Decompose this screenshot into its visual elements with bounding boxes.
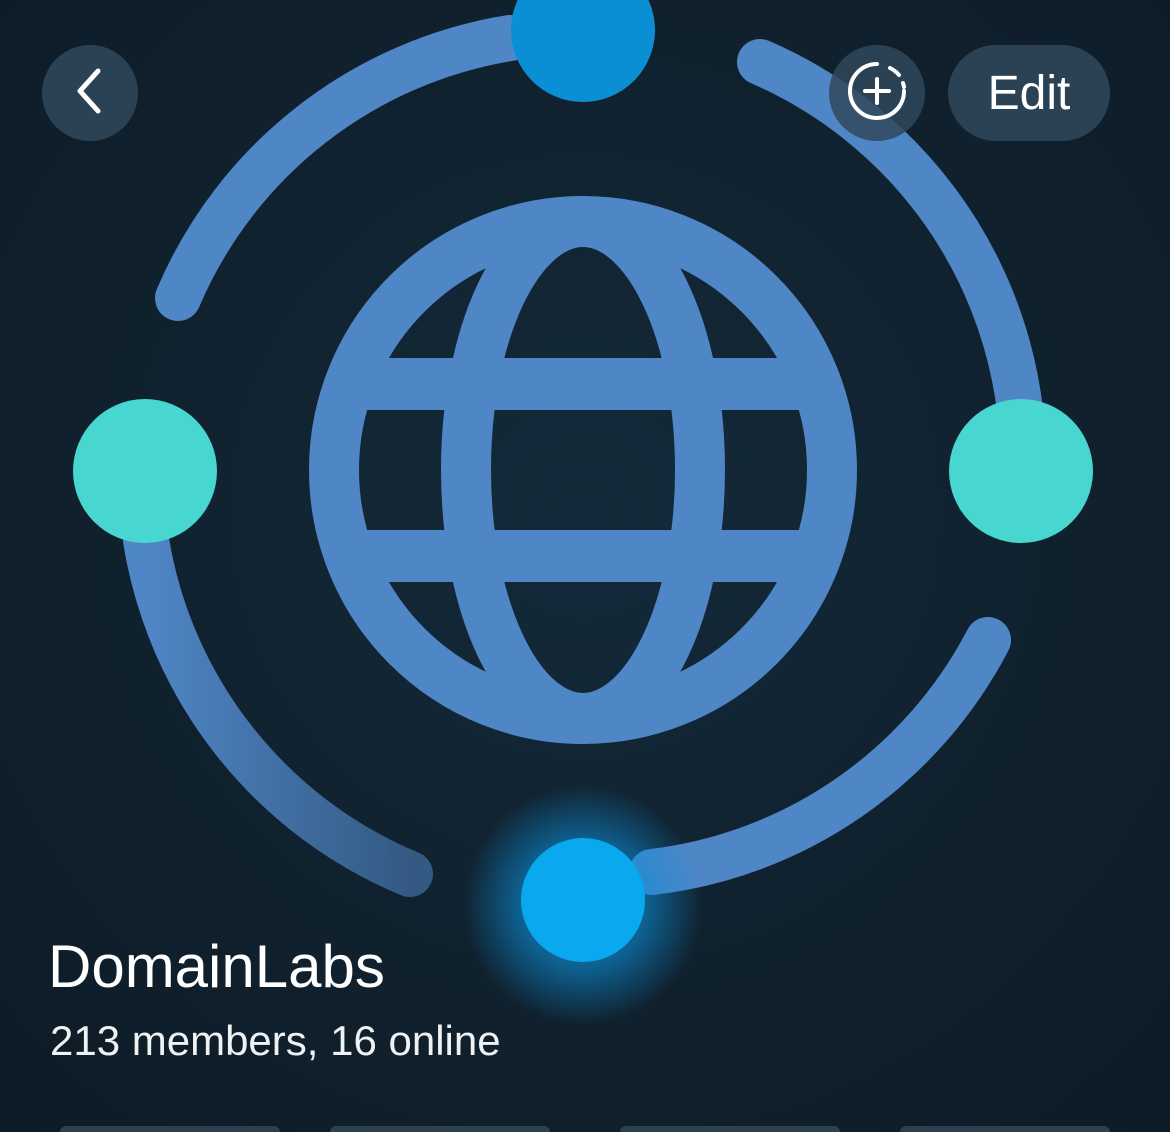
group-member-status: 213 members, 16 online [50, 1017, 501, 1064]
chevron-left-icon [70, 67, 110, 120]
action-button-stub[interactable] [60, 1126, 280, 1132]
action-button-stub[interactable] [900, 1126, 1110, 1132]
back-button[interactable] [42, 45, 138, 141]
group-profile-screen: Edit DomainLabs 213 members, 16 online [0, 0, 1170, 1132]
action-button-stub[interactable] [330, 1126, 550, 1132]
action-button-stub[interactable] [620, 1126, 840, 1132]
add-story-icon [847, 61, 907, 126]
edit-button[interactable]: Edit [948, 45, 1110, 141]
group-name: DomainLabs [48, 933, 385, 1000]
action-buttons-row [0, 1122, 1170, 1132]
add-story-button[interactable] [829, 45, 925, 141]
